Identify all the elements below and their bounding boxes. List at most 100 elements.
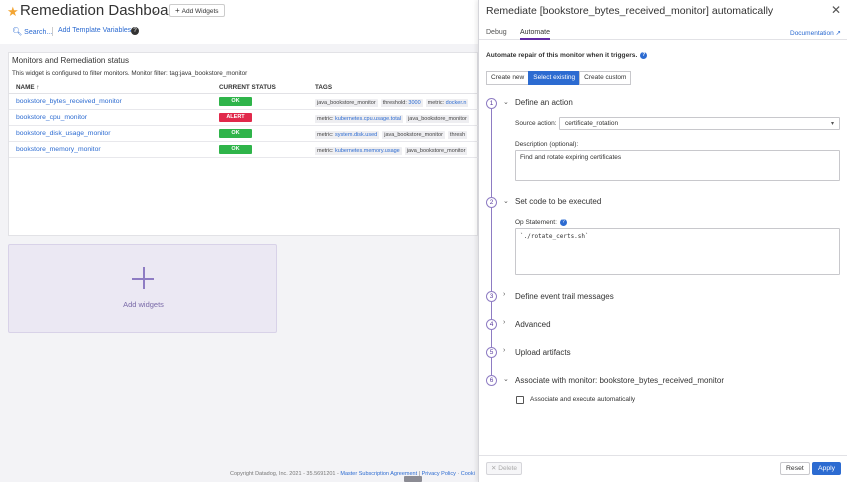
status-badge: OK <box>219 129 252 138</box>
monitor-name-link[interactable]: bookstore_disk_usage_monitor <box>16 130 110 137</box>
tag-chip[interactable]: metric: kubernetes.memory.usage <box>315 147 402 155</box>
panel-toggle-handle[interactable] <box>404 476 422 482</box>
tag-chip[interactable]: metric: system.disk.used <box>315 131 380 139</box>
step-number-6: 6 <box>486 375 497 386</box>
associate-checkbox-label: Associate and execute automatically <box>530 396 636 403</box>
tag-key: metric: <box>317 132 336 138</box>
privacy-link[interactable]: Privacy Policy <box>422 471 456 477</box>
add-template-variables-link[interactable]: Add Template Variables <box>58 27 131 34</box>
add-widgets-button[interactable]: + Add Widgets <box>169 4 225 17</box>
chevron-down-icon[interactable]: ⌄ <box>503 197 509 205</box>
step-title-advanced[interactable]: Advanced <box>515 320 551 329</box>
cookie-link[interactable]: Cooki <box>461 471 475 477</box>
op-statement-label: Op Statement:? <box>515 219 567 226</box>
tag-key: java_bookstore_monitor <box>406 148 466 154</box>
tag-key: thresh <box>449 132 466 138</box>
tag-chip[interactable]: java_bookstore_monitor <box>382 131 445 139</box>
favorite-star-icon[interactable]: ★ <box>7 4 19 20</box>
help-icon[interactable]: ? <box>559 219 567 226</box>
tag-value: system.disk.used <box>335 132 378 138</box>
step-title-event-trail[interactable]: Define event trail messages <box>515 292 614 301</box>
description-value: Find and rotate expiring certificates <box>520 154 622 161</box>
dashboard-header: ★ Remediation Dashboard ⌄ + Add Widgets 🔍… <box>0 0 478 44</box>
plus-icon: + <box>175 6 180 15</box>
tag-chip[interactable]: thresh <box>447 131 468 139</box>
tab-debug[interactable]: Debug <box>486 29 507 36</box>
chevron-down-icon[interactable]: ⌄ <box>503 375 509 383</box>
table-row[interactable]: bookstore_cpu_monitor ALERT metric: kubern… <box>9 110 478 126</box>
column-header-name[interactable]: NAME ↑ <box>16 84 39 91</box>
add-widget-card[interactable]: Add widgets <box>8 244 277 333</box>
op-statement-editor[interactable]: `./rotate_certs.sh` <box>515 228 840 275</box>
associate-checkbox[interactable] <box>516 396 524 404</box>
search-link[interactable]: 🔍︎ Search... <box>12 27 52 36</box>
column-header-tags[interactable]: TAGS <box>315 84 332 91</box>
help-icon[interactable]: ? <box>131 27 139 35</box>
tag-chip[interactable]: java_bookstore_monitor <box>404 147 468 155</box>
tag-key: java_bookstore_monitor <box>317 100 376 106</box>
step-number-5: 5 <box>486 347 497 358</box>
chevron-right-icon[interactable]: › <box>503 319 505 326</box>
tag-chip[interactable]: java_bookstore_monitor <box>406 115 469 123</box>
description-label: Description (optional): <box>515 141 579 148</box>
panel-title: Remediate [bookstore_bytes_received_moni… <box>486 5 774 17</box>
chevron-right-icon[interactable]: › <box>503 291 505 298</box>
tag-key: java_bookstore_monitor <box>384 132 443 138</box>
table-row[interactable]: bookstore_disk_usage_monitor OK metric: sy… <box>9 126 478 142</box>
table-row[interactable]: bookstore_memory_monitor OK metric: kubern… <box>9 142 478 158</box>
tag-value: docker.n <box>445 100 467 106</box>
tag-key: metric: <box>427 100 446 106</box>
close-icon[interactable]: ✕ <box>831 3 841 17</box>
widget-title: Monitors and Remediation status <box>12 56 129 65</box>
apply-button[interactable]: Apply <box>812 462 842 475</box>
tag-chip[interactable]: metric: docker.n <box>425 99 469 107</box>
tag-list: java_bookstore_monitor threshold: 3000 met… <box>315 97 478 107</box>
documentation-link[interactable]: Documentation ↗ <box>790 29 841 37</box>
table-header: NAME ↑ CURRENT STATUS TAGS <box>9 81 478 94</box>
add-widgets-label: Add Widgets <box>181 8 219 15</box>
step-number-2: 2 <box>486 197 497 208</box>
delete-button[interactable]: ✕ Delete <box>486 462 523 475</box>
select-existing-button[interactable]: Select existing <box>528 71 581 85</box>
tag-chip[interactable]: java_bookstore_monitor <box>315 99 378 107</box>
create-custom-button[interactable]: Create custom <box>579 71 632 85</box>
title-chevron-down-icon[interactable]: ⌄ <box>151 5 159 16</box>
reset-button[interactable]: Reset <box>780 462 810 475</box>
tab-automate[interactable]: Automate <box>520 29 550 40</box>
step-title-define-action[interactable]: Define an action <box>515 98 573 107</box>
step-number-4: 4 <box>486 319 497 330</box>
tag-key: threshold: <box>382 100 409 106</box>
step-title-set-code[interactable]: Set code to be executed <box>515 197 601 206</box>
monitor-name-link[interactable]: bookstore_memory_monitor <box>16 146 101 153</box>
status-badge: OK <box>219 97 252 106</box>
source-action-select[interactable]: certificate_rotation ▾ <box>559 117 840 130</box>
step-title-associate-monitor[interactable]: Associate with monitor: bookstore_bytes_… <box>515 376 724 385</box>
divider <box>52 27 53 36</box>
monitors-table: NAME ↑ CURRENT STATUS TAGS bookstore_byt… <box>9 81 478 158</box>
source-action-value: certificate_rotation <box>565 120 619 127</box>
table-row[interactable]: bookstore_bytes_received_monitor OK java_b… <box>9 94 478 110</box>
chevron-down-icon[interactable]: ⌄ <box>503 98 509 106</box>
search-label: Search... <box>24 29 53 36</box>
footer-copyright: Copyright Datadog, Inc. 2021 - 35.569120… <box>230 471 341 477</box>
automate-header: Automate repair of this monitor when it … <box>486 52 648 59</box>
tag-chip[interactable]: metric: kubernetes.cpu.usage.total <box>315 115 404 123</box>
tag-list: metric: kubernetes.memory.usage java_book… <box>315 145 478 155</box>
chevron-down-icon: ▾ <box>830 121 834 127</box>
chevron-right-icon[interactable]: › <box>503 347 505 354</box>
help-icon[interactable]: ? <box>640 52 648 59</box>
tag-value: kubernetes.cpu.usage.total <box>335 116 402 122</box>
status-badge: OK <box>219 145 252 154</box>
remediation-panel: Remediate [bookstore_bytes_received_moni… <box>478 0 847 482</box>
source-action-label: Source action: <box>515 120 557 127</box>
description-field[interactable]: Find and rotate expiring certificates <box>515 150 840 181</box>
automate-header-text: Automate repair of this monitor when it … <box>486 52 638 59</box>
tag-chip[interactable]: threshold: 3000 <box>380 99 423 107</box>
column-header-status[interactable]: CURRENT STATUS <box>219 84 276 91</box>
monitor-name-link[interactable]: bookstore_bytes_received_monitor <box>16 98 122 105</box>
step-title-upload-artifacts[interactable]: Upload artifacts <box>515 348 571 357</box>
status-badge: ALERT <box>219 113 252 122</box>
monitor-name-link[interactable]: bookstore_cpu_monitor <box>16 114 87 121</box>
create-new-button[interactable]: Create new <box>486 71 530 85</box>
tag-key: metric: <box>317 148 336 154</box>
